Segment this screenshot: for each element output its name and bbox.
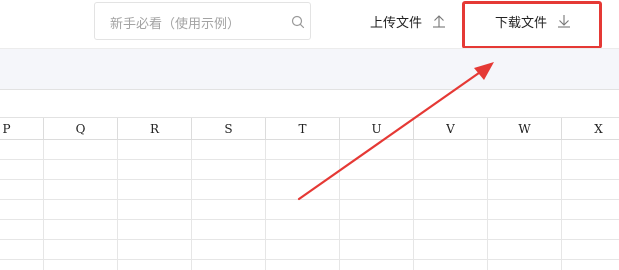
column-header[interactable]: V <box>414 118 488 140</box>
column-header[interactable]: Q <box>44 118 118 140</box>
upload-button[interactable]: 上传文件 <box>370 10 446 32</box>
toolbar-strip <box>0 48 619 90</box>
table-row[interactable] <box>0 200 619 220</box>
download-icon <box>558 15 571 28</box>
column-header[interactable]: W <box>488 118 562 140</box>
search-input[interactable]: 新手必看（使用示例） <box>94 2 311 40</box>
column-header[interactable]: P <box>0 118 44 140</box>
column-header[interactable]: S <box>192 118 266 140</box>
search-placeholder: 新手必看（使用示例） <box>110 17 241 32</box>
table-row[interactable] <box>0 160 619 180</box>
sheet-gap <box>0 90 619 118</box>
column-header[interactable]: U <box>340 118 414 140</box>
download-label: 下载文件 <box>495 15 548 31</box>
table-row[interactable] <box>0 180 619 200</box>
table-row[interactable] <box>0 220 619 240</box>
table-row[interactable] <box>0 240 619 260</box>
download-button[interactable]: 下载文件 <box>495 10 571 32</box>
search-icon[interactable] <box>291 15 305 29</box>
upload-icon <box>433 15 446 28</box>
top-bar: 新手必看（使用示例） 上传文件 下载文件 <box>0 0 619 48</box>
column-header[interactable]: R <box>118 118 192 140</box>
spreadsheet-grid[interactable]: P Q R S T U V W X <box>0 90 619 270</box>
upload-label: 上传文件 <box>370 15 423 31</box>
column-header[interactable]: T <box>266 118 340 140</box>
table-row[interactable] <box>0 140 619 160</box>
column-header[interactable]: X <box>562 118 619 140</box>
